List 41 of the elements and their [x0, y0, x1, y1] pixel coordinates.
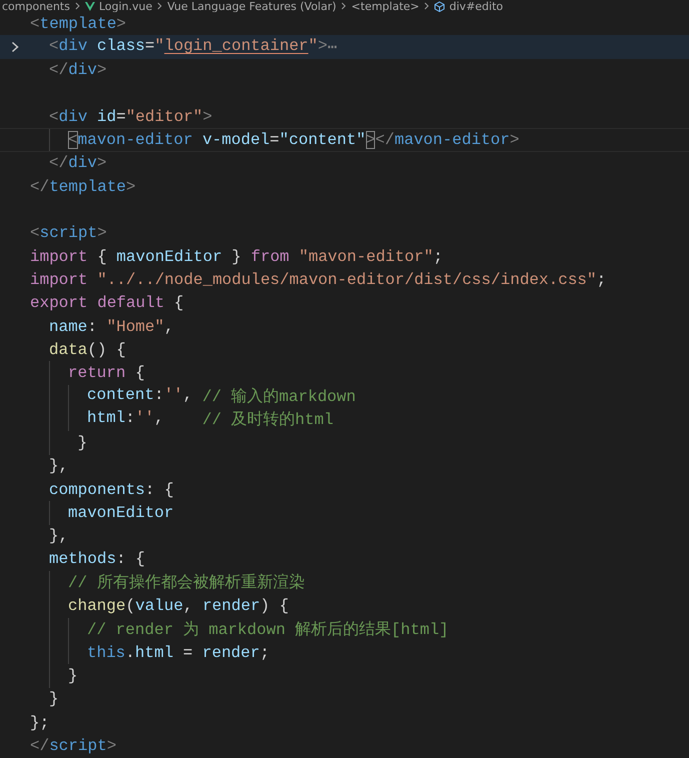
code-line: <template> [30, 14, 126, 33]
code-line: name: "Home", [49, 318, 174, 336]
code-line: } [68, 666, 78, 685]
chevron-icon [341, 2, 346, 10]
breadcrumb-item[interactable]: div#edito [449, 0, 504, 12]
chevron-icon [157, 2, 162, 10]
code-line: import "../../node_modules/mavon-editor/dist/css/index.css"; [30, 270, 606, 289]
chevron-icon [74, 2, 80, 10]
code-line: <div class="login_container">⋯ [49, 36, 338, 57]
code-line: </template> [30, 178, 136, 196]
code-line: // 所有操作都会被解析重新渲染 [68, 572, 305, 594]
breadcrumb-item[interactable]: Login.vue [98, 0, 152, 12]
code-line: </div> [49, 61, 107, 80]
code-line: methods: { [49, 550, 146, 568]
code-line: }, [49, 457, 68, 476]
breadcrumb-item[interactable]: Vue Language Features (Volar) [167, 0, 336, 12]
code-line: return { [68, 364, 145, 382]
code-line: mavonEditor [68, 504, 174, 522]
code-line: <div id="editor"> [49, 108, 212, 126]
code-line: // render 为 markdown 解析后的结果[html] [87, 620, 449, 640]
code-line: data() { [49, 340, 126, 359]
code-line: </div> [49, 154, 107, 172]
code-line: components: { [49, 480, 174, 499]
code-line: html:'', // 及时转的html [87, 409, 334, 430]
cube-icon [434, 0, 446, 12]
code-line: } [76, 434, 88, 452]
code-line: }, [49, 527, 68, 546]
code-line: change(value, render) { [68, 597, 289, 616]
code-line: <script> [30, 224, 107, 242]
fold-chevron-icon[interactable] [11, 40, 19, 53]
chevron-icon [424, 2, 430, 10]
vue-logo-icon [84, 2, 95, 10]
code-line: content:'', // 输入的markdown [87, 386, 356, 407]
breadcrumb-item[interactable]: components [2, 0, 70, 12]
code-line: export default { [30, 294, 184, 312]
code-line: this.html = render; [87, 644, 270, 662]
code-line: </script> [30, 736, 116, 755]
code-line: } [49, 690, 59, 708]
code-line: import { mavonEditor } from "mavon-editor"; [30, 248, 443, 266]
breadcrumb-item[interactable]: <template> [351, 0, 420, 12]
code-line: }; [30, 714, 50, 732]
